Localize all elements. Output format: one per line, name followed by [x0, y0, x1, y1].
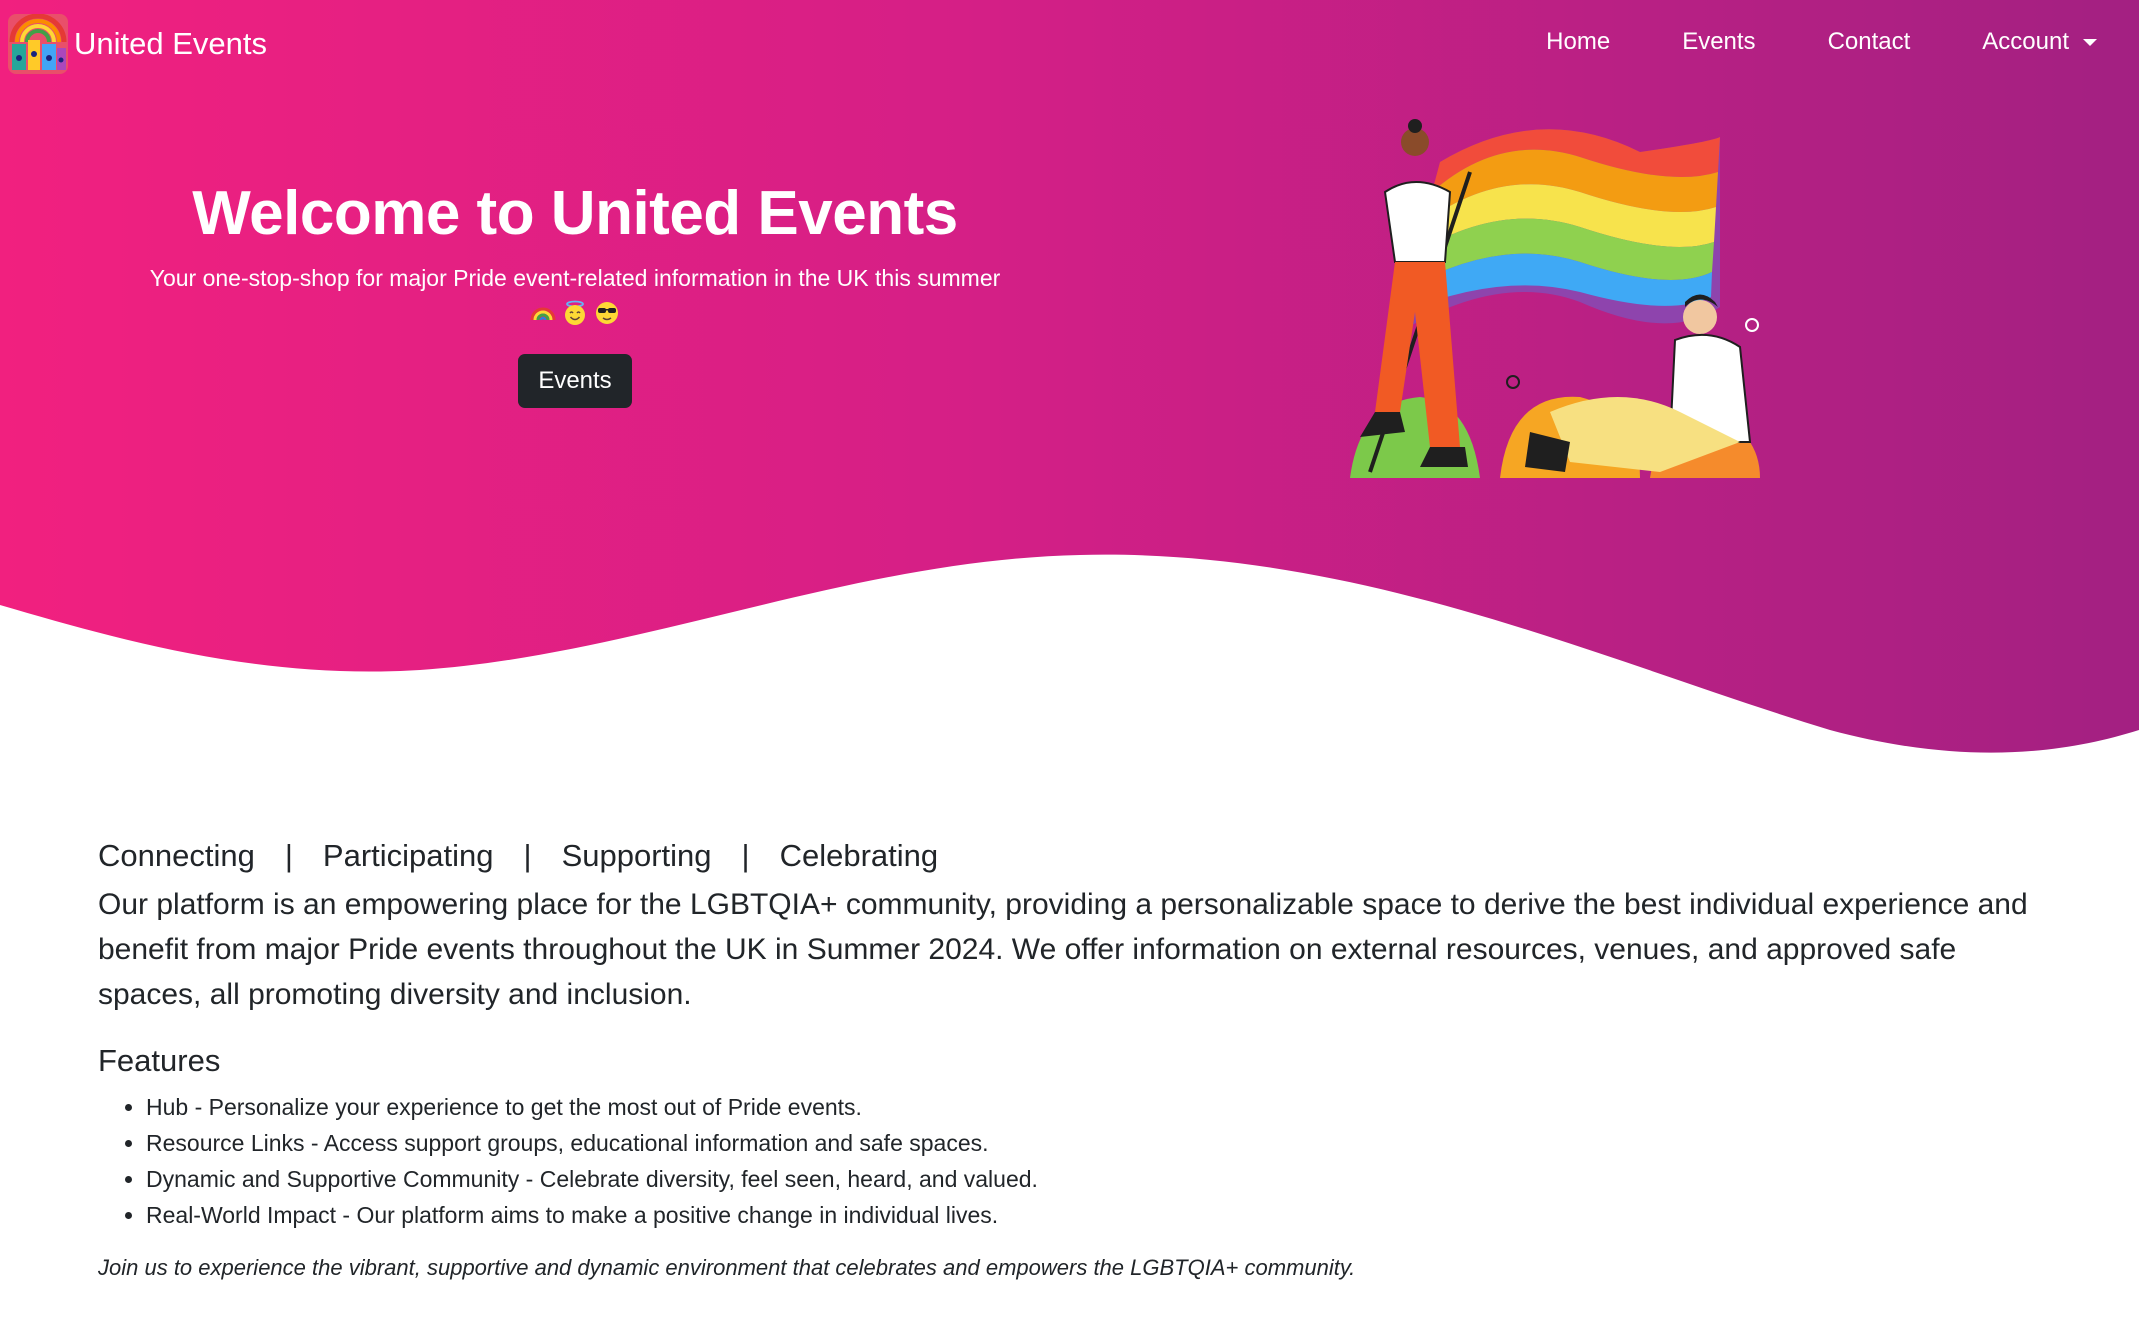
halo-face-emoji-icon — [565, 300, 585, 325]
brand-name: United Events — [74, 26, 267, 61]
caret-down-icon — [2083, 38, 2097, 46]
hero-events-button[interactable]: Events — [518, 354, 632, 408]
hero-title: Welcome to United Events — [192, 179, 958, 248]
features-heading: Features — [98, 1043, 221, 1078]
hero-wave-divider — [0, 554, 2139, 800]
nav-home-link[interactable]: Home — [1546, 28, 1610, 56]
pillar-separator: | — [284, 838, 293, 873]
feature-item-hub: Hub - Personalize your experience to get… — [146, 1089, 2058, 1125]
features-list: Hub - Personalize your experience to get… — [98, 1089, 2058, 1233]
pillar-separator: | — [523, 838, 532, 873]
pride-flag-illustration — [1350, 119, 1760, 478]
pillar-supporting: Supporting — [561, 838, 712, 873]
feature-item-resource-links: Resource Links - Access support groups, … — [146, 1125, 2058, 1161]
rainbow-emoji-icon — [530, 307, 556, 321]
hero-emoji-row — [100, 300, 1050, 332]
hero-text-block: Welcome to United Events Your one-stop-s… — [100, 178, 1050, 408]
brand-link[interactable]: United Events — [8, 14, 267, 74]
nav-events-link[interactable]: Events — [1682, 28, 1755, 56]
nav-links: Home Events Contact Account — [1546, 28, 2097, 56]
sunglasses-face-emoji-icon — [596, 302, 618, 324]
about-section: Connecting | Participating | Supporting … — [98, 838, 2058, 1281]
feature-item-impact: Real-World Impact - Our platform aims to… — [146, 1197, 2058, 1233]
pillar-connecting: Connecting — [98, 838, 255, 873]
nav-contact-link[interactable]: Contact — [1828, 28, 1911, 56]
nav-account-dropdown[interactable]: Account — [1982, 28, 2097, 56]
feature-item-community: Dynamic and Supportive Community - Celeb… — [146, 1161, 2058, 1197]
hero-subtitle: Your one-stop-shop for major Pride event… — [149, 265, 1001, 291]
pillars-row: Connecting | Participating | Supporting … — [98, 838, 2058, 874]
nav-account-label: Account — [1982, 28, 2069, 55]
pillar-celebrating: Celebrating — [779, 838, 939, 873]
intro-paragraph: Our platform is an empowering place for … — [98, 888, 2028, 1011]
pillar-separator: | — [741, 838, 750, 873]
top-navbar: United Events Home Events Contact Accoun… — [0, 0, 2139, 90]
closing-statement: Join us to experience the vibrant, suppo… — [98, 1255, 1356, 1280]
brand-logo-icon — [8, 14, 68, 74]
pillar-participating: Participating — [322, 838, 494, 873]
